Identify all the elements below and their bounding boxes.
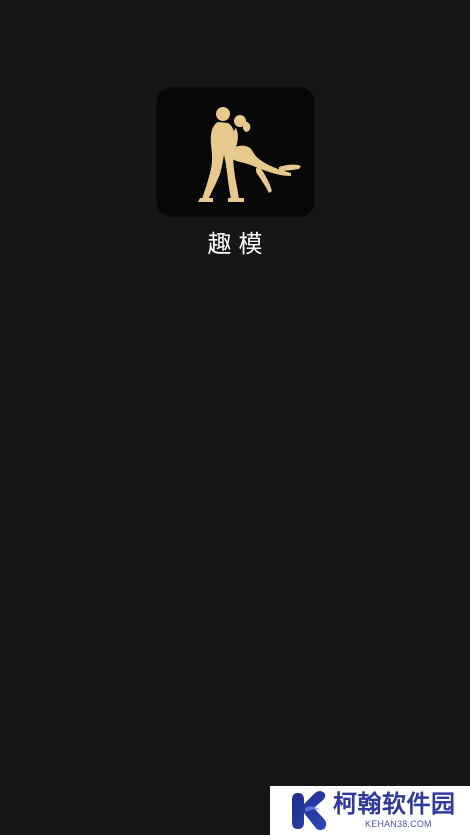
k-logo-icon [292,790,327,831]
app-name: 趣模 [207,230,270,258]
watermark-domain-text: KEHAN38.COM [365,819,432,829]
dancing-couple-silhouette-icon [198,107,301,202]
watermark-banner: 柯翰软件园 KEHAN38.COM [270,786,470,835]
app-logo-icon [156,87,315,217]
launch-screen: 趣模 [0,0,470,835]
watermark-brand-text: 柯翰软件园 [333,791,456,818]
